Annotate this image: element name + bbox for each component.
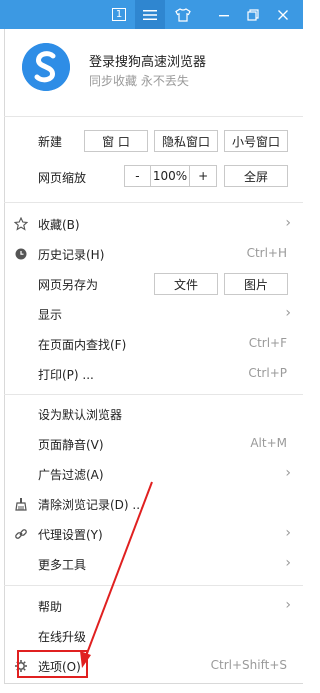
annotation-arrow-icon [80, 481, 153, 668]
